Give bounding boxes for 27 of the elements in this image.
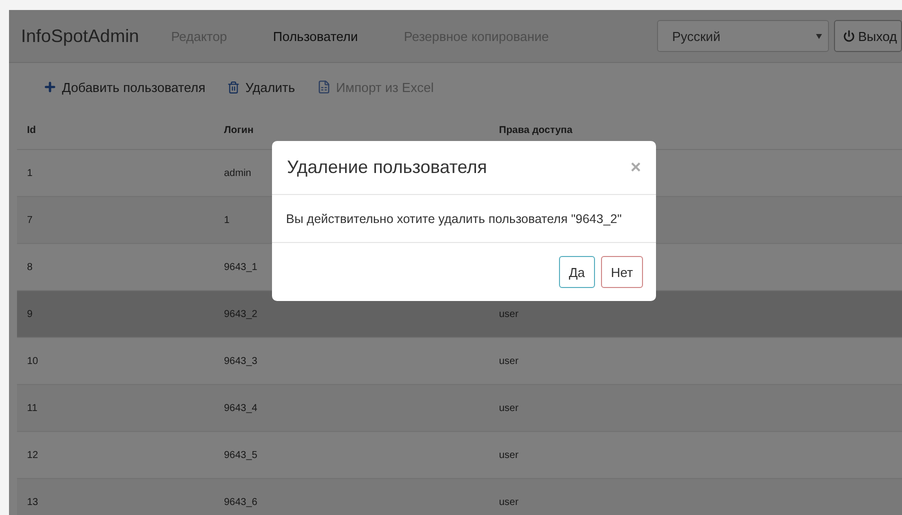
table-cell: 10 [27, 356, 38, 366]
column-header: Логин [224, 124, 254, 136]
column-header: Права доступа [499, 124, 574, 136]
table-cell: 7 [27, 214, 33, 226]
table-cell: 9643_2 [224, 308, 258, 320]
dialog-message: Вы действительно хотите удалить пользователя "9643_2" [286, 212, 622, 226]
dialog-title: Удаление пользователя [287, 157, 488, 178]
table-cell: user [499, 356, 518, 366]
table-cell: 13 [27, 496, 38, 508]
table-cell: 1 [224, 214, 230, 226]
table-cell: user [499, 402, 518, 414]
brand-name: InfoSpotAdmin [21, 26, 140, 46]
table-cell: user [499, 308, 518, 320]
table-cell: 9 [27, 308, 33, 320]
column-header: Id [27, 124, 37, 136]
table-cell: admin [224, 168, 252, 178]
table-cell: 1 [27, 168, 33, 178]
table-cell: user [499, 496, 518, 508]
table-cell: 9643_5 [224, 450, 258, 460]
table-cell: 12 [27, 450, 38, 460]
table-cell: 9643_4 [224, 402, 258, 414]
table-cell: 9643_1 [224, 262, 258, 272]
table-cell: 8 [27, 262, 33, 272]
table-cell: 11 [27, 402, 38, 414]
table-cell: user [499, 450, 518, 460]
table-cell: 9643_6 [224, 496, 258, 508]
table-cell: 9643_3 [224, 356, 258, 366]
